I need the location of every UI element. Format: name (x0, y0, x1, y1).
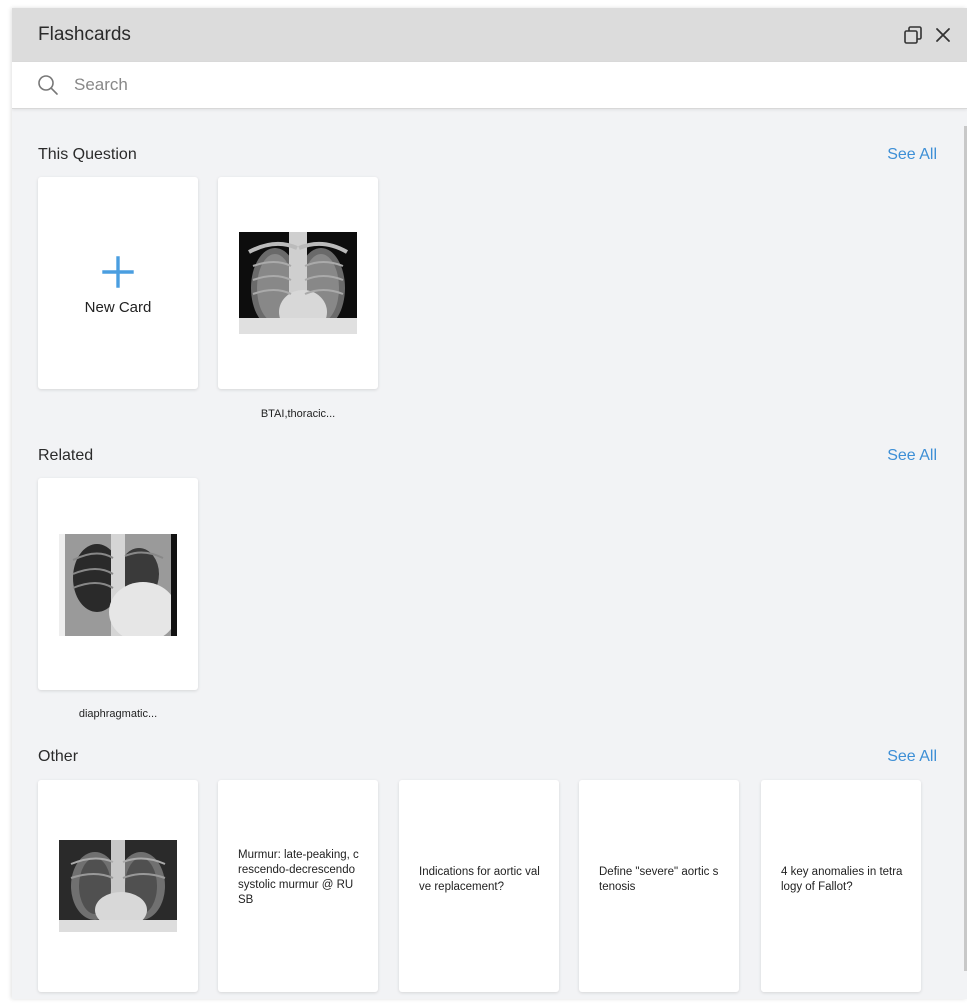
flashcard-aortic-stenosis[interactable]: Define "severe" aortic stenosis (579, 780, 739, 992)
flashcard-btai[interactable] (218, 177, 378, 389)
chest-xray-image (239, 232, 357, 334)
close-button[interactable] (930, 22, 956, 48)
search-bar (12, 62, 967, 109)
close-icon (936, 28, 950, 42)
panel-title: Flashcards (38, 24, 131, 45)
see-all-this-question-link[interactable]: See All (887, 146, 937, 164)
flashcard-diaphragmatic[interactable] (38, 478, 198, 690)
plus-icon (102, 256, 134, 288)
flashcard-xray[interactable] (38, 780, 198, 992)
flashcards-panel: Flashcards This Question See All New Car… (12, 8, 967, 999)
section-title-related: Related (38, 447, 94, 464)
flashcard-aortic-valve[interactable]: Indications for aortic valve replacement… (399, 780, 559, 992)
card-question-text: Define "severe" aortic stenosis (599, 866, 719, 893)
new-card-label: New Card (84, 299, 152, 316)
flashcard-murmur[interactable]: Murmur: late-peaking, crescendo-decresce… (218, 780, 378, 992)
card-question-text: 4 key anomalies in tetralogy of Fallot? (781, 866, 903, 893)
section-title-other: Other (38, 748, 79, 765)
new-card-button[interactable]: New Card (38, 177, 198, 389)
title-bar: Flashcards (12, 8, 967, 62)
see-all-related-link[interactable]: See All (887, 447, 937, 465)
search-icon (38, 75, 58, 95)
chest-xray-image (59, 840, 177, 932)
card-caption: diaphragmatic... (78, 708, 158, 720)
restore-window-button[interactable] (900, 22, 926, 48)
card-question-text: Indications for aortic valve replacement… (419, 866, 540, 893)
card-caption: BTAI,thoracic... (260, 408, 336, 420)
search-input[interactable] (74, 70, 934, 100)
flashcard-tetralogy[interactable]: 4 key anomalies in tetralogy of Fallot? (761, 780, 921, 992)
card-question-text: Murmur: late-peaking, crescendo-decresce… (238, 849, 359, 906)
see-all-other-link[interactable]: See All (887, 748, 937, 766)
chest-xray-image (59, 534, 177, 636)
restore-window-icon (904, 26, 922, 44)
section-title-this-question: This Question (38, 146, 137, 163)
